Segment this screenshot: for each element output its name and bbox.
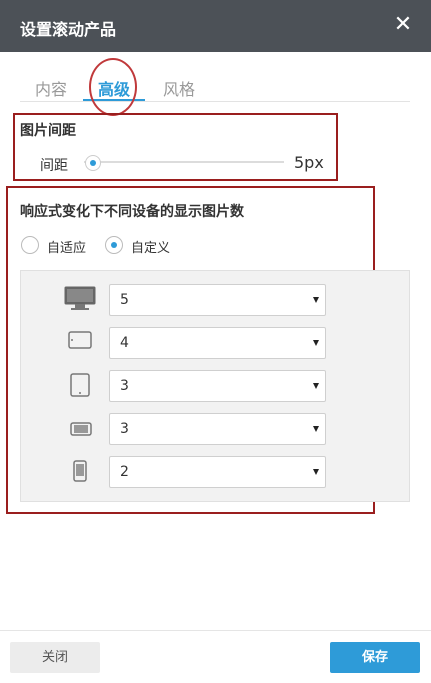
active-tab-indicator: [83, 99, 145, 101]
chevron-down-icon: [313, 426, 319, 432]
chevron-down-icon: [313, 297, 319, 303]
tab-content[interactable]: 内容: [35, 76, 67, 100]
tab-style[interactable]: 风格: [163, 76, 195, 100]
tablet-portrait-count-select[interactable]: 3: [109, 370, 326, 402]
responsive-section-title: 响应式变化下不同设备的显示图片数: [20, 204, 244, 220]
tablet-portrait-icon: [70, 373, 90, 401]
dialog-titlebar: 设置滚动产品 ✕: [0, 0, 431, 52]
phone-landscape-icon: [70, 421, 92, 440]
radio-auto[interactable]: [21, 236, 39, 254]
chevron-down-icon: [313, 383, 319, 389]
tab-bar: 内容 高级 风格: [20, 70, 410, 102]
tablet-landscape-icon: [68, 331, 92, 353]
spacing-value: 5px: [294, 153, 324, 172]
radio-custom[interactable]: [105, 236, 123, 254]
phone-portrait-icon: [73, 460, 87, 486]
spacing-label: 间距: [40, 158, 68, 174]
phone-landscape-count-select[interactable]: 3: [109, 413, 326, 445]
tab-advanced[interactable]: 高级: [98, 76, 130, 100]
radio-custom-label: 自定义: [131, 241, 171, 256]
chevron-down-icon: [313, 340, 319, 346]
save-button[interactable]: 保存: [330, 642, 420, 673]
spacing-slider-handle[interactable]: [85, 155, 101, 171]
phone-portrait-count-select[interactable]: 2: [109, 456, 326, 488]
desktop-count-select[interactable]: 5: [109, 284, 326, 316]
desktop-icon: [64, 286, 96, 316]
close-button[interactable]: 关闭: [10, 642, 100, 673]
close-icon[interactable]: ✕: [389, 10, 417, 40]
spacing-section-title: 图片间距: [20, 123, 76, 139]
radio-auto-label: 自适应: [47, 241, 87, 256]
tablet-landscape-count-select[interactable]: 4: [109, 327, 326, 359]
chevron-down-icon: [313, 469, 319, 475]
dialog-title: 设置滚动产品: [20, 20, 117, 39]
spacing-slider-track[interactable]: [84, 161, 284, 163]
